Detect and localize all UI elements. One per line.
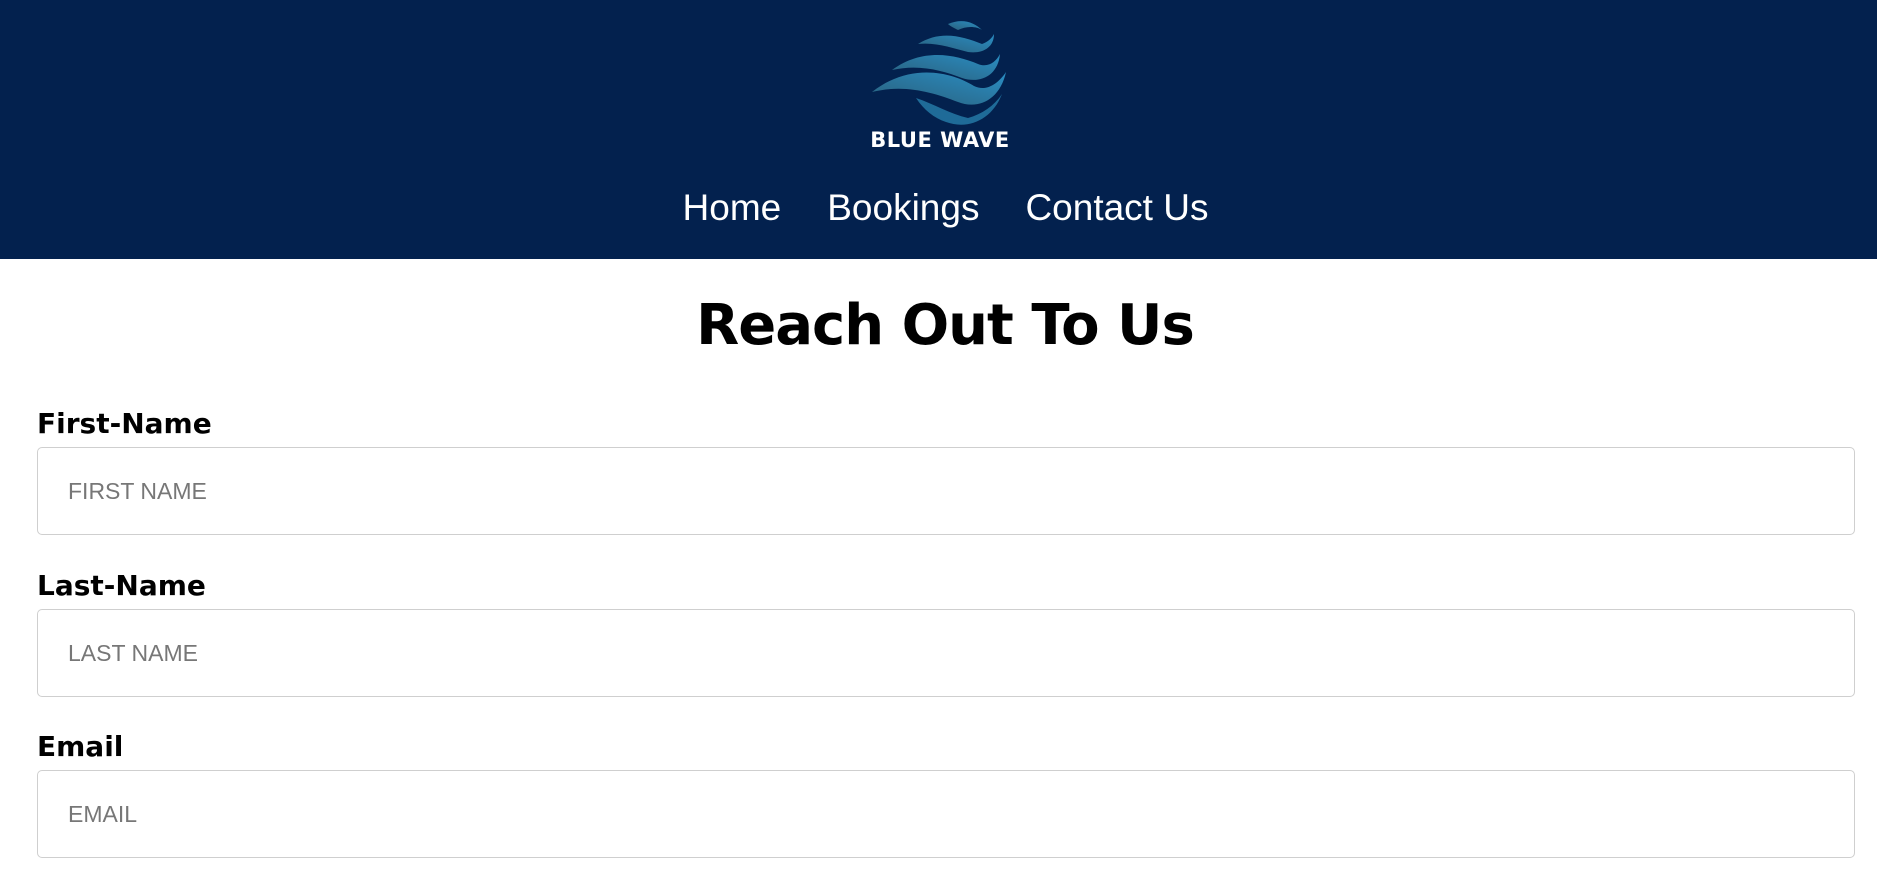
site-header: BLUE WAVE Home Bookings Contact Us bbox=[0, 0, 1877, 259]
page-title: Reach Out To Us bbox=[696, 293, 1195, 358]
nav-bookings-link[interactable]: Bookings bbox=[827, 180, 979, 236]
last-name-field-group: Last-Name bbox=[37, 568, 1855, 697]
email-input[interactable] bbox=[37, 770, 1855, 858]
main-nav: Home Bookings Contact Us bbox=[0, 180, 1877, 236]
wave-logo-icon bbox=[872, 21, 1006, 125]
nav-home-link[interactable]: Home bbox=[683, 180, 782, 236]
first-name-label: First-Name bbox=[37, 407, 212, 440]
nav-contact-link[interactable]: Contact Us bbox=[1025, 180, 1208, 236]
last-name-label: Last-Name bbox=[37, 569, 206, 602]
email-field-group: Email bbox=[37, 729, 1855, 858]
brand-logo[interactable]: BLUE WAVE bbox=[860, 14, 1020, 154]
email-label: Email bbox=[37, 730, 124, 763]
brand-name: BLUE WAVE bbox=[870, 128, 1010, 152]
last-name-input[interactable] bbox=[37, 609, 1855, 697]
first-name-field-group: First-Name bbox=[37, 406, 1855, 535]
first-name-input[interactable] bbox=[37, 447, 1855, 535]
